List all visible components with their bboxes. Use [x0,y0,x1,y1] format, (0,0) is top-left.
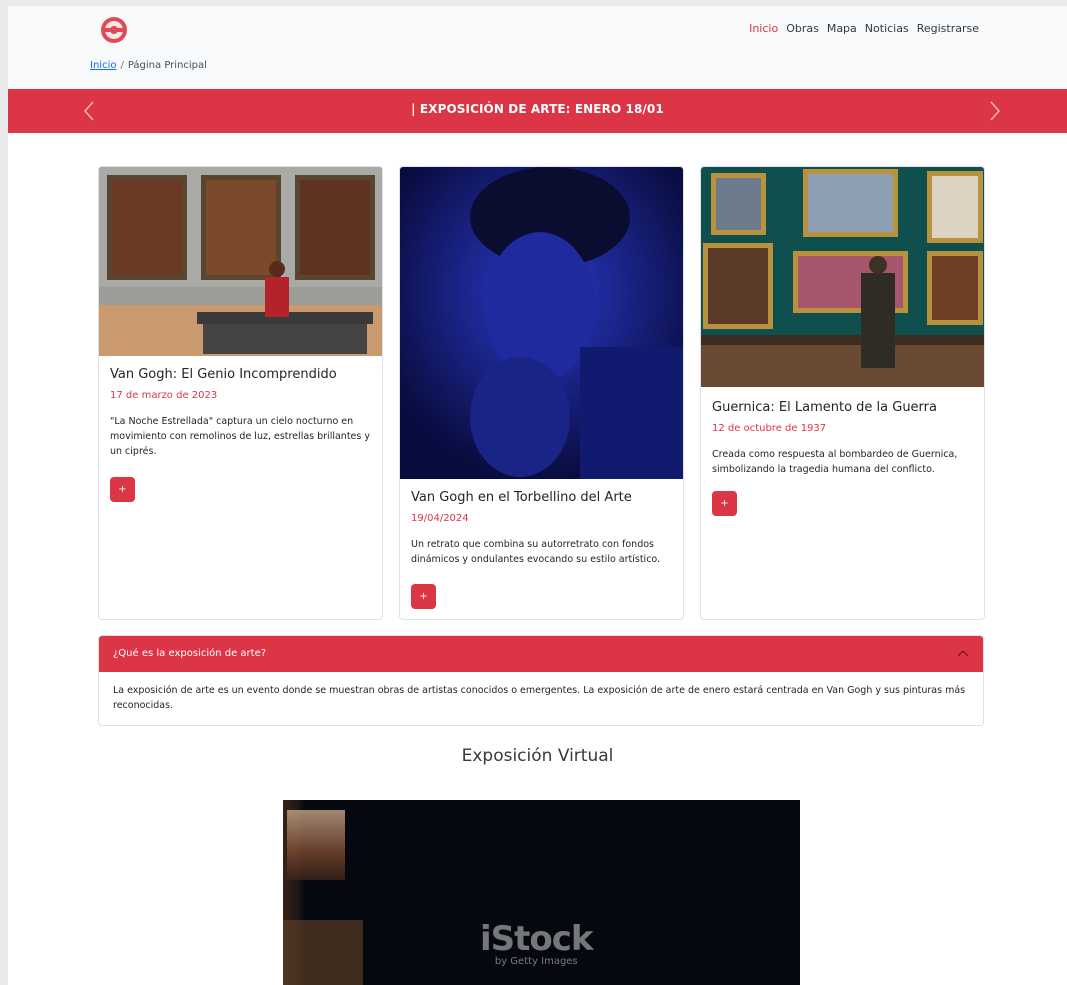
breadcrumb: Inicio / Página Principal [90,60,207,71]
chevron-right-icon[interactable] [986,99,1004,123]
accordion-question: ¿Qué es la exposición de arte? [113,648,267,659]
more-button[interactable]: + [411,584,436,609]
site-header: Inicio Obras Mapa Noticias Registrarse I… [8,6,1067,89]
card-van-gogh-torbellino: Van Gogh en el Torbellino del Arte 19/04… [399,166,684,620]
nav-registrarse[interactable]: Registrarse [917,22,979,35]
accordion-answer: La exposición de arte es un evento donde… [113,685,966,711]
card-text: Creada como respuesta al bombardeo de Gu… [712,449,958,475]
card-date: 12 de octubre de 1937 [712,423,827,434]
watermark-main: iStock [480,919,594,959]
virtual-exhibition-video[interactable]: iStock by Getty Images [283,800,800,985]
gallery-photo-image [99,167,382,356]
portrait-photo-image [400,167,683,479]
card-guernica: Guernica: El Lamento de la Guerra 12 de … [700,166,985,620]
card-text: "La Noche Estrellada" captura un cielo n… [110,416,370,457]
carousel-banner: | EXPOSICIÓN DE ARTE: ENERO 18/01 [8,89,1067,133]
more-button[interactable]: + [110,477,135,502]
accordion-toggle[interactable]: ¿Qué es la exposición de arte? [99,636,983,672]
istock-watermark: iStock by Getty Images [480,919,594,967]
banner-title: | EXPOSICIÓN DE ARTE: ENERO 18/01 [411,102,664,116]
card-date: 19/04/2024 [411,513,469,524]
main-nav: Inicio Obras Mapa Noticias Registrarse [749,22,979,35]
breadcrumb-separator: / [120,60,124,71]
nav-obras[interactable]: Obras [786,22,819,35]
card-text: Un retrato que combina su autorretrato c… [411,539,661,565]
gallery-wall-photo-image [701,167,984,387]
card-van-gogh-genio: Van Gogh: El Genio Incomprendido 17 de m… [98,166,383,620]
card-date: 17 de marzo de 2023 [110,390,218,401]
card-title: Guernica: El Lamento de la Guerra [712,400,937,415]
nav-mapa[interactable]: Mapa [827,22,857,35]
breadcrumb-home-link[interactable]: Inicio [90,60,116,71]
page: Inicio Obras Mapa Noticias Registrarse I… [8,6,1067,985]
more-button[interactable]: + [712,491,737,516]
museum-logo-icon[interactable] [100,16,128,44]
card-body: Van Gogh en el Torbellino del Arte 19/04… [411,490,673,567]
card-title: Van Gogh: El Genio Incomprendido [110,367,337,382]
breadcrumb-current: Página Principal [127,60,207,71]
chevron-up-icon [957,650,969,657]
watermark-sub: by Getty Images [494,956,578,967]
faq-accordion: ¿Qué es la exposición de arte? La exposi… [98,635,984,726]
card-body: Guernica: El Lamento de la Guerra 12 de … [712,400,974,477]
nav-noticias[interactable]: Noticias [865,22,909,35]
virtual-exhibition-title: Exposición Virtual [461,746,614,766]
nav-inicio[interactable]: Inicio [749,22,778,35]
card-title: Van Gogh en el Torbellino del Arte [411,490,632,505]
card-body: Van Gogh: El Genio Incomprendido 17 de m… [110,367,372,459]
